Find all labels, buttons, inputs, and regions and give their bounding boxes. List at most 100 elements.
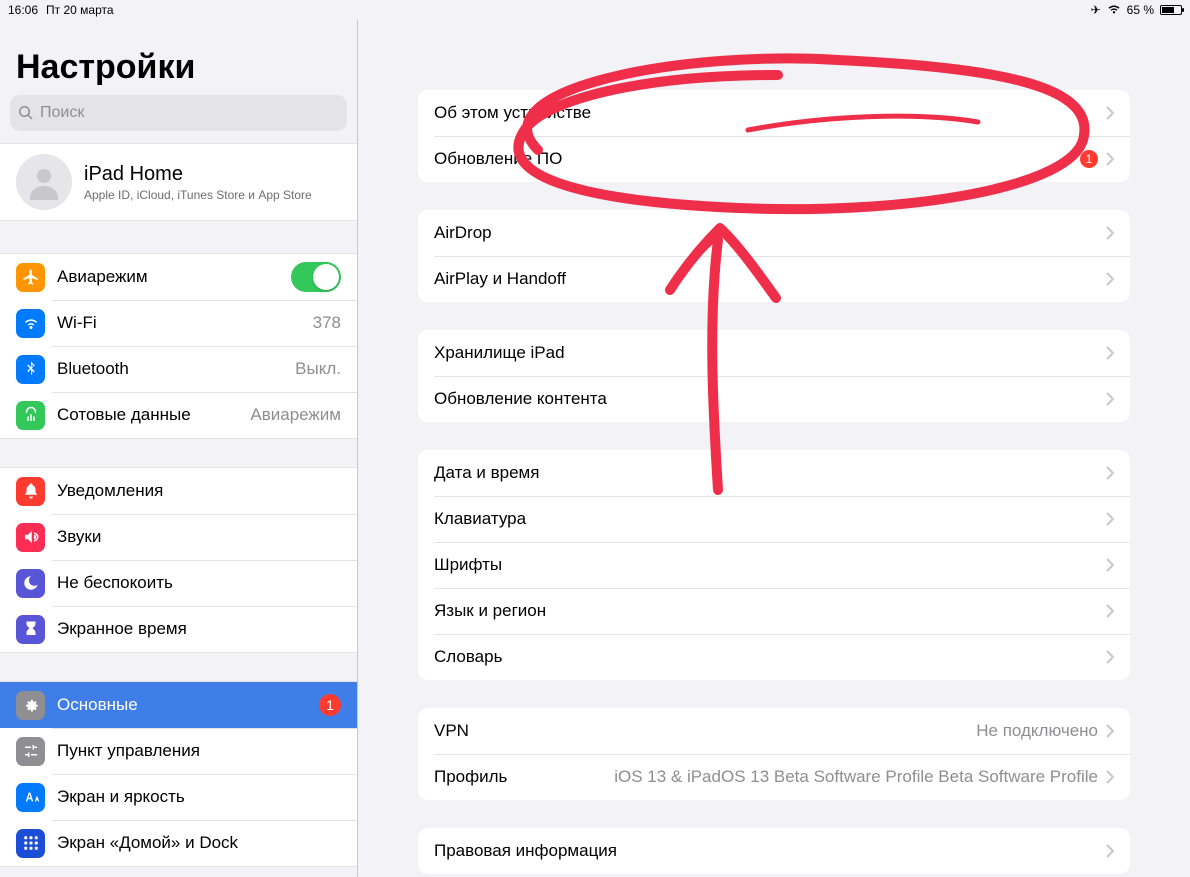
chevron-right-icon xyxy=(1106,226,1114,240)
sidebar-item-label: Пункт управления xyxy=(57,741,341,761)
row-label: Об этом устройстве xyxy=(434,103,591,123)
airplane-mode-icon: ✈ xyxy=(1091,3,1101,17)
row-label: Обновление ПО xyxy=(434,149,562,169)
sidebar-item-value: 378 xyxy=(313,313,341,333)
airplane-switch[interactable] xyxy=(291,262,341,292)
chevron-right-icon xyxy=(1106,272,1114,286)
sidebar-item-display[interactable]: Экран и яркость xyxy=(0,774,357,820)
airplane-icon xyxy=(16,263,45,292)
chevron-right-icon xyxy=(1106,770,1114,784)
account-sub: Apple ID, iCloud, iTunes Store и App Sto… xyxy=(84,188,312,202)
sidebar-item-label: Wi-Fi xyxy=(57,313,313,333)
account-name: iPad Home xyxy=(84,163,312,186)
sidebar-item-label: Звуки xyxy=(57,527,341,547)
row-airplay[interactable]: AirPlay и Handoff xyxy=(418,256,1130,302)
row-fonts[interactable]: Шрифты xyxy=(418,542,1130,588)
settings-sidebar: Настройки iPad Home Apple ID, iCloud, iT… xyxy=(0,20,358,877)
sidebar-item-cellular[interactable]: Сотовые данные Авиарежим xyxy=(0,392,357,438)
battery-icon xyxy=(1160,5,1182,15)
row-keyboard[interactable]: Клавиатура xyxy=(418,496,1130,542)
chevron-right-icon xyxy=(1106,650,1114,664)
sidebar-item-label: Сотовые данные xyxy=(57,405,250,425)
sidebar-item-controlcenter[interactable]: Пункт управления xyxy=(0,728,357,774)
chevron-right-icon xyxy=(1106,392,1114,406)
row-value: iOS 13 & iPadOS 13 Beta Software Profile… xyxy=(614,767,1098,787)
sidebar-item-notifications[interactable]: Уведомления xyxy=(0,468,357,514)
row-airdrop[interactable]: AirDrop xyxy=(418,210,1130,256)
bell-icon xyxy=(16,477,45,506)
row-label: Словарь xyxy=(434,647,502,667)
chevron-right-icon xyxy=(1106,346,1114,360)
row-storage[interactable]: Хранилище iPad xyxy=(418,330,1130,376)
row-value: Не подключено xyxy=(976,721,1098,741)
row-label: Язык и регион xyxy=(434,601,546,621)
sidebar-item-label: Не беспокоить xyxy=(57,573,341,593)
chevron-right-icon xyxy=(1106,512,1114,526)
moon-icon xyxy=(16,569,45,598)
row-label: Обновление контента xyxy=(434,389,607,409)
chevron-right-icon xyxy=(1106,106,1114,120)
sliders-icon xyxy=(16,737,45,766)
row-datetime[interactable]: Дата и время xyxy=(418,450,1130,496)
search-icon xyxy=(18,105,34,121)
sidebar-title: Настройки xyxy=(0,20,357,95)
row-software-update[interactable]: Обновление ПО 1 xyxy=(418,136,1130,182)
badge: 1 xyxy=(319,694,341,716)
bluetooth-icon xyxy=(16,355,45,384)
gear-icon xyxy=(16,691,45,720)
row-background-refresh[interactable]: Обновление контента xyxy=(418,376,1130,422)
detail-pane: Об этом устройстве Обновление ПО 1 AirDr… xyxy=(358,20,1190,877)
row-about[interactable]: Об этом устройстве xyxy=(418,90,1130,136)
hourglass-icon xyxy=(16,615,45,644)
chevron-right-icon xyxy=(1106,466,1114,480)
sidebar-item-label: Уведомления xyxy=(57,481,341,501)
chevron-right-icon xyxy=(1106,604,1114,618)
sidebar-item-label: Основные xyxy=(57,695,319,715)
cellular-icon xyxy=(16,401,45,430)
sidebar-item-wifi[interactable]: Wi-Fi 378 xyxy=(0,300,357,346)
row-label: Дата и время xyxy=(434,463,539,483)
wifi-icon xyxy=(16,309,45,338)
row-label: VPN xyxy=(434,721,469,741)
speaker-icon xyxy=(16,523,45,552)
sidebar-item-screentime[interactable]: Экранное время xyxy=(0,606,357,652)
battery-percent: 65 % xyxy=(1127,3,1154,17)
sidebar-item-dnd[interactable]: Не беспокоить xyxy=(0,560,357,606)
row-label: AirPlay и Handoff xyxy=(434,269,566,289)
row-label: Клавиатура xyxy=(434,509,526,529)
wifi-icon xyxy=(1107,3,1121,17)
avatar xyxy=(16,154,72,210)
row-legal[interactable]: Правовая информация xyxy=(418,828,1130,874)
sidebar-item-sounds[interactable]: Звуки xyxy=(0,514,357,560)
textsize-icon xyxy=(16,783,45,812)
sidebar-item-airplane[interactable]: Авиарежим xyxy=(0,254,357,300)
row-dictionary[interactable]: Словарь xyxy=(418,634,1130,680)
row-profile[interactable]: Профиль iOS 13 & iPadOS 13 Beta Software… xyxy=(418,754,1130,800)
status-date: Пт 20 марта xyxy=(46,3,114,17)
apple-id-row[interactable]: iPad Home Apple ID, iCloud, iTunes Store… xyxy=(0,143,357,221)
row-label: Профиль xyxy=(434,767,507,787)
sidebar-item-bluetooth[interactable]: Bluetooth Выкл. xyxy=(0,346,357,392)
row-label: Шрифты xyxy=(434,555,502,575)
row-language[interactable]: Язык и регион xyxy=(418,588,1130,634)
row-label: AirDrop xyxy=(434,223,492,243)
row-vpn[interactable]: VPN Не подключено xyxy=(418,708,1130,754)
sidebar-item-general[interactable]: Основные 1 xyxy=(0,682,357,728)
chevron-right-icon xyxy=(1106,152,1114,166)
sidebar-item-label: Авиарежим xyxy=(57,267,291,287)
sidebar-item-label: Экранное время xyxy=(57,619,341,639)
sidebar-item-label: Экран «Домой» и Dock xyxy=(57,833,341,853)
search-input[interactable] xyxy=(40,104,339,122)
row-label: Хранилище iPad xyxy=(434,343,565,363)
status-bar: 16:06 Пт 20 марта ✈ 65 % xyxy=(0,0,1190,20)
chevron-right-icon xyxy=(1106,844,1114,858)
search-field[interactable] xyxy=(10,95,347,131)
sidebar-item-label: Экран и яркость xyxy=(57,787,341,807)
update-badge: 1 xyxy=(1080,150,1098,168)
sidebar-item-value: Выкл. xyxy=(295,359,341,379)
sidebar-item-label: Bluetooth xyxy=(57,359,295,379)
chevron-right-icon xyxy=(1106,724,1114,738)
status-time: 16:06 xyxy=(8,3,38,17)
sidebar-item-home[interactable]: Экран «Домой» и Dock xyxy=(0,820,357,866)
row-label: Правовая информация xyxy=(434,841,617,861)
